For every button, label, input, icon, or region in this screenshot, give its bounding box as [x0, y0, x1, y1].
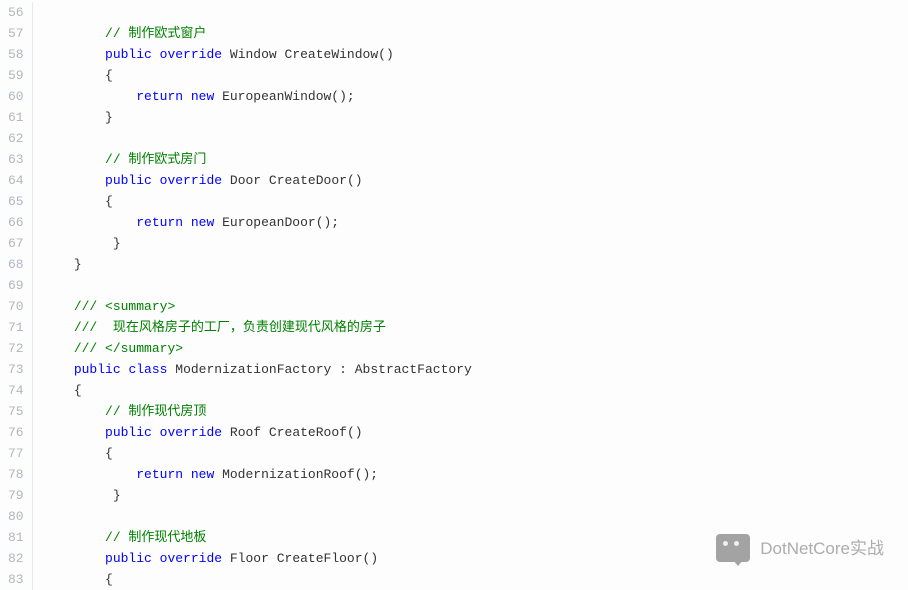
- line-number: 61: [8, 107, 24, 128]
- code-line: {: [43, 443, 908, 464]
- line-number: 59: [8, 65, 24, 86]
- code-line: /// 现在风格房子的工厂，负责创建现代风格的房子: [43, 317, 908, 338]
- watermark: DotNetCore实战: [716, 534, 884, 562]
- code-line: return new EuropeanDoor();: [43, 212, 908, 233]
- line-number: 75: [8, 401, 24, 422]
- code-line: // 制作欧式房门: [43, 149, 908, 170]
- code-line: // 制作欧式窗户: [43, 23, 908, 44]
- line-number: 62: [8, 128, 24, 149]
- line-number: 57: [8, 23, 24, 44]
- code-line: /// <summary>: [43, 296, 908, 317]
- code-editor: 5657585960616263646566676869707172737475…: [0, 0, 908, 590]
- code-line: }: [43, 233, 908, 254]
- line-number: 82: [8, 548, 24, 569]
- line-number: 65: [8, 191, 24, 212]
- line-number: 74: [8, 380, 24, 401]
- code-line: }: [43, 254, 908, 275]
- code-line: [43, 506, 908, 527]
- line-number: 81: [8, 527, 24, 548]
- code-line: [43, 128, 908, 149]
- line-number: 80: [8, 506, 24, 527]
- code-line: public class ModernizationFactory : Abst…: [43, 359, 908, 380]
- line-number: 72: [8, 338, 24, 359]
- watermark-text: DotNetCore实战: [760, 538, 884, 559]
- code-line: return new EuropeanWindow();: [43, 86, 908, 107]
- code-line: {: [43, 191, 908, 212]
- line-number: 64: [8, 170, 24, 191]
- line-number: 83: [8, 569, 24, 590]
- code-line: public override Roof CreateRoof(): [43, 422, 908, 443]
- line-number: 77: [8, 443, 24, 464]
- line-number-gutter: 5657585960616263646566676869707172737475…: [0, 2, 33, 590]
- wechat-icon: [716, 534, 750, 562]
- line-number: 73: [8, 359, 24, 380]
- code-line: }: [43, 485, 908, 506]
- line-number: 56: [8, 2, 24, 23]
- line-number: 69: [8, 275, 24, 296]
- line-number: 71: [8, 317, 24, 338]
- code-line: {: [43, 65, 908, 86]
- line-number: 79: [8, 485, 24, 506]
- code-content: // 制作欧式窗户 public override Window CreateW…: [35, 2, 908, 590]
- code-line: /// </summary>: [43, 338, 908, 359]
- code-line: [43, 275, 908, 296]
- code-line: {: [43, 380, 908, 401]
- line-number: 68: [8, 254, 24, 275]
- code-line: {: [43, 569, 908, 590]
- code-line: public override Door CreateDoor(): [43, 170, 908, 191]
- line-number: 67: [8, 233, 24, 254]
- line-number: 66: [8, 212, 24, 233]
- code-line: // 制作现代房顶: [43, 401, 908, 422]
- line-number: 78: [8, 464, 24, 485]
- line-number: 60: [8, 86, 24, 107]
- code-line: }: [43, 107, 908, 128]
- line-number: 58: [8, 44, 24, 65]
- code-line: return new ModernizationRoof();: [43, 464, 908, 485]
- line-number: 76: [8, 422, 24, 443]
- code-line: [43, 2, 908, 23]
- line-number: 70: [8, 296, 24, 317]
- code-line: public override Window CreateWindow(): [43, 44, 908, 65]
- line-number: 63: [8, 149, 24, 170]
